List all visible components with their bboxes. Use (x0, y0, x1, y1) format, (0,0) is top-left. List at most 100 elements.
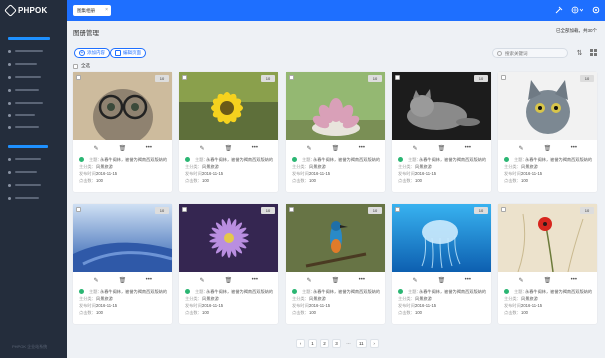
page-2-button[interactable]: 2 (320, 339, 329, 348)
card-checkbox[interactable] (395, 207, 400, 212)
more-icon[interactable]: ••• (249, 277, 261, 283)
trash-icon[interactable]: 🗑 (541, 277, 553, 284)
photo-thumbnail[interactable] (73, 72, 172, 140)
photo-thumbnail[interactable] (392, 204, 491, 272)
card-checkbox[interactable] (501, 207, 506, 212)
photo-card[interactable]: 10 ✎ 🗑 ••• 主题： 永春牛阁林，被誉为褐南西双版纳的 主分类： 风景旅游 发布时间： 2… (392, 72, 491, 192)
photo-card[interactable]: 10 ✎ 🗑 ••• 主题： 永春牛阁林，被誉为褐南西双版纳的 主分类： 风景旅游 发布时间： 2… (73, 204, 172, 324)
more-icon[interactable]: ••• (356, 277, 368, 283)
photo-card[interactable]: 10 ✎ 🗑 ••• 主题： 永春牛阁林，被誉为褐南西双版纳的 主分类： 风景旅游 发布时间： 2… (498, 204, 597, 324)
sidebar-item-10[interactable] (15, 184, 41, 186)
search-input[interactable] (505, 50, 565, 56)
card-checkbox[interactable] (76, 75, 81, 80)
views-label: 点击数： (398, 178, 415, 183)
page-3-button[interactable]: 3 (332, 339, 341, 348)
card-checkbox[interactable] (289, 207, 294, 212)
more-icon[interactable]: ••• (143, 145, 155, 151)
edit-icon[interactable]: ✎ (409, 145, 421, 152)
sidebar-item-5[interactable] (15, 102, 43, 104)
edit-icon[interactable]: ✎ (409, 277, 421, 284)
more-icon[interactable]: ••• (568, 277, 580, 283)
prev-page-button[interactable]: ‹ (296, 339, 305, 348)
page-last-button[interactable]: 11 (356, 339, 367, 348)
views-label: 点击数： (398, 310, 415, 315)
trash-icon[interactable]: 🗑 (435, 277, 447, 284)
select-all-checkbox[interactable] (73, 63, 78, 69)
next-page-button[interactable]: › (369, 339, 379, 348)
sidebar-item-9[interactable] (15, 171, 37, 173)
trash-icon[interactable]: 🗑 (541, 145, 553, 152)
sidebar-item-active[interactable] (8, 37, 50, 40)
card-checkbox[interactable] (501, 75, 506, 80)
more-icon[interactable]: ••• (356, 145, 368, 151)
edit-icon[interactable]: ✎ (196, 145, 208, 152)
more-icon[interactable]: ••• (462, 145, 474, 151)
photo-thumbnail[interactable] (286, 204, 385, 272)
grid-view-icon[interactable] (589, 48, 598, 57)
clear-cache-icon[interactable] (554, 5, 564, 15)
date-label: 发布时间： (292, 303, 313, 308)
photo-thumbnail[interactable] (73, 204, 172, 272)
photo-card[interactable]: 10 ✎ 🗑 ••• 主题： 永春牛阁林，被誉为褐南西双版纳的 主分类： 风景旅游 发布时间： 2… (286, 204, 385, 324)
sidebar-item-1[interactable] (15, 50, 43, 52)
sidebar-item-11[interactable] (15, 197, 39, 199)
sidebar-item-2[interactable] (15, 63, 37, 65)
sidebar-bullet-icon (8, 89, 11, 92)
settings-icon[interactable] (591, 5, 601, 15)
more-icon[interactable]: ••• (462, 277, 474, 283)
sidebar-item-3[interactable] (15, 76, 41, 78)
edit-icon[interactable]: ✎ (90, 145, 102, 152)
photo-thumbnail[interactable] (179, 72, 278, 140)
close-icon[interactable]: × (105, 7, 108, 13)
photo-card[interactable]: 10 ✎ 🗑 ••• 主题： 永春牛阁林，被誉为褐南西双版纳的 主分类： 风景旅游 发布时间： 2… (73, 72, 172, 192)
card-checkbox[interactable] (76, 207, 81, 212)
photo-card[interactable]: 10 ✎ 🗑 ••• 主题： 永春牛阁林，被誉为褐南西双版纳的 主分类： 风景旅游 发布时间： 2… (498, 72, 597, 192)
card-checkbox[interactable] (395, 75, 400, 80)
trash-icon[interactable]: 🗑 (116, 277, 128, 284)
sidebar-group-active[interactable] (8, 145, 48, 148)
search-box[interactable] (492, 48, 568, 58)
trash-icon[interactable]: 🗑 (222, 277, 234, 284)
sidebar-item-8[interactable] (15, 158, 41, 160)
photo-thumbnail[interactable] (286, 72, 385, 140)
sidebar-item-7[interactable] (15, 126, 39, 128)
trash-icon[interactable]: 🗑 (329, 145, 341, 152)
trash-icon[interactable]: 🗑 (329, 277, 341, 284)
more-icon[interactable]: ••• (568, 145, 580, 151)
photo-card[interactable]: 10 ✎ 🗑 ••• 主题： 永春牛阁林，被誉为褐南西双版纳的 主分类： 风景旅游 发布时间： 2… (179, 204, 278, 324)
date-label: 发布时间： (185, 171, 206, 176)
globe-icon[interactable] (570, 5, 584, 15)
edit-icon[interactable]: ✎ (515, 145, 527, 152)
photo-thumbnail[interactable] (498, 72, 597, 140)
more-icon[interactable]: ••• (143, 277, 155, 283)
edit-page-button[interactable]: 编辑页面 (110, 48, 146, 58)
photo-thumbnail[interactable] (498, 204, 597, 272)
trash-icon[interactable]: 🗑 (435, 145, 447, 152)
edit-icon[interactable]: ✎ (90, 277, 102, 284)
card-checkbox[interactable] (182, 75, 187, 80)
photo-thumbnail[interactable] (179, 204, 278, 272)
photo-card[interactable]: 10 ✎ 🗑 ••• 主题： 永春牛阁林，被誉为褐南西双版纳的 主分类： 风景旅游 发布时间： 2… (392, 204, 491, 324)
edit-icon[interactable]: ✎ (196, 277, 208, 284)
tab-gallery[interactable]: 图集相册 × (73, 5, 111, 16)
edit-icon[interactable]: ✎ (303, 145, 315, 152)
trash-icon[interactable]: 🗑 (222, 145, 234, 152)
sort-icon[interactable]: ⇅ (575, 48, 584, 57)
logo[interactable]: PHPOK (4, 4, 47, 17)
page-1-button[interactable]: 1 (308, 339, 317, 348)
photo-card[interactable]: 10 ✎ 🗑 ••• 主题： 永春牛阁林，被誉为褐南西双版纳的 主分类： 风景旅游 发布时间： 2… (179, 72, 278, 192)
card-views: 100 (415, 178, 422, 183)
photo-card[interactable]: 10 ✎ 🗑 ••• 主题： 永春牛阁林，被誉为褐南西双版纳的 主分类： 风景旅游 发布时间： 2… (286, 72, 385, 192)
edit-icon[interactable]: ✎ (515, 277, 527, 284)
photo-thumbnail[interactable] (392, 72, 491, 140)
card-checkbox[interactable] (289, 75, 294, 80)
add-content-button[interactable]: + 添加内容 (74, 48, 110, 58)
sidebar-item-4[interactable] (15, 89, 39, 91)
trash-icon[interactable]: 🗑 (116, 145, 128, 152)
sidebar-item-6[interactable] (15, 114, 35, 116)
more-icon[interactable]: ••• (249, 145, 261, 151)
select-all[interactable]: 全选 (73, 63, 90, 69)
card-checkbox[interactable] (182, 207, 187, 212)
edit-icon[interactable]: ✎ (303, 277, 315, 284)
theme-label: 主题： (408, 157, 421, 162)
